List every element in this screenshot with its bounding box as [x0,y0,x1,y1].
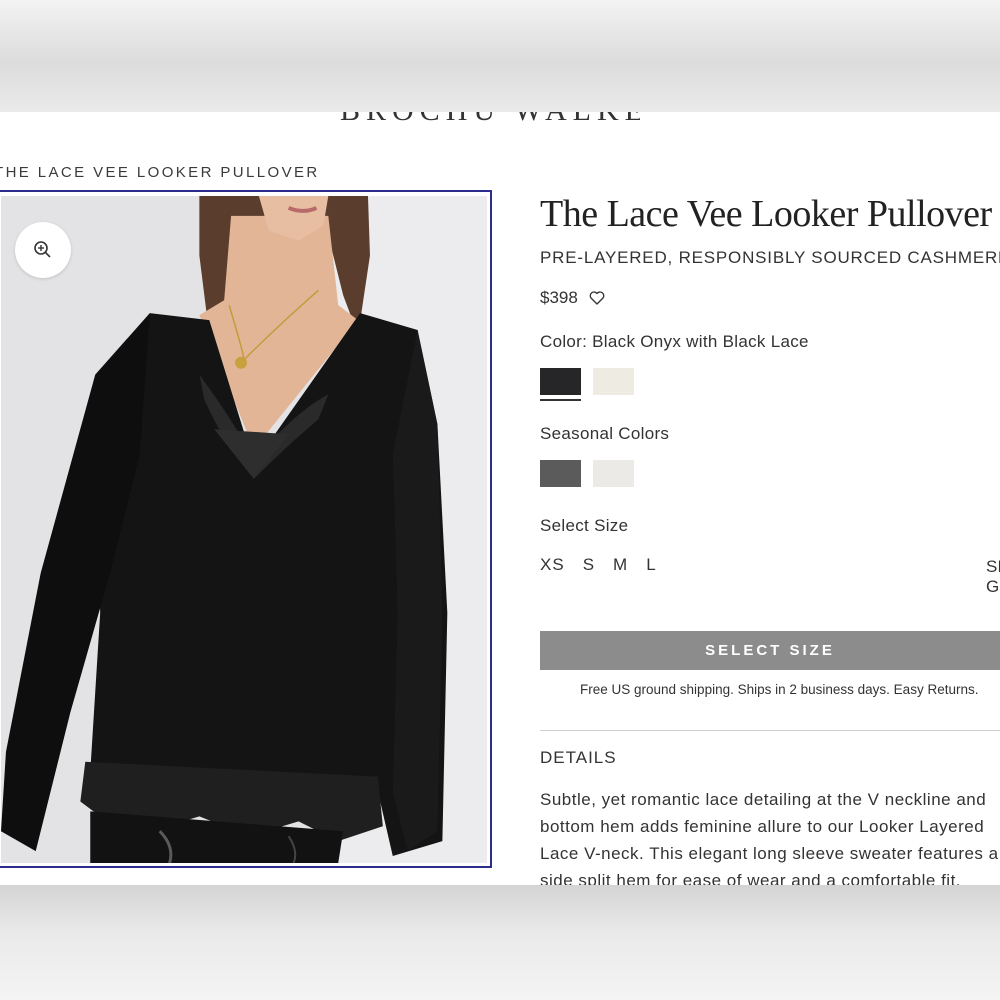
product-page: BROCHU WALKER THE LACE VEE LOOKER PULLOV… [0,112,1000,885]
select-size-label: Select Size [540,516,629,535]
color-label: Color: Black Onyx with Black Lace [540,332,809,351]
swatch-seasonal-cream[interactable] [593,460,634,487]
product-image-frame[interactable] [0,190,492,868]
size-m[interactable]: M [613,555,628,575]
seasonal-colors-label: Seasonal Colors [540,424,670,443]
product-title: The Lace Vee Looker Pullover [540,193,992,235]
select-size-button[interactable]: SELECT SIZE [540,631,1000,670]
color-swatches [540,368,634,401]
size-options: XS S M L [540,555,657,575]
swatch-ivory[interactable] [593,368,634,395]
product-price: $398 [540,288,578,307]
price-row: $398 [540,288,606,308]
divider [540,730,1000,731]
model-photo [1,196,487,863]
details-line: Lace V-neck. This elegant long sleeve sw… [540,844,999,863]
swatch-seasonal-grey[interactable] [540,460,581,487]
size-l[interactable]: L [646,555,656,575]
shipping-info: Free US ground shipping. Ships in 2 busi… [580,682,979,697]
zoom-in-icon [34,241,51,258]
details-text: Subtle, yet romantic lace detailing at t… [540,786,1000,885]
seasonal-swatches [540,460,634,487]
swatch-black-onyx[interactable] [540,368,581,401]
product-info: The Lace Vee Looker Pullover PRE-LAYERED… [540,112,1000,885]
heart-icon[interactable] [588,289,606,307]
product-subtitle: PRE-LAYERED, RESPONSIBLY SOURCED CASHMER… [540,248,1000,267]
size-guide-link[interactable]: SIZE GUIDE [986,557,1000,597]
size-xs[interactable]: XS [540,555,565,575]
details-line: side split hem for ease of wear and a co… [540,871,962,885]
size-s[interactable]: S [583,555,595,575]
product-image[interactable] [1,196,487,863]
backdrop-top [0,0,1000,112]
details-line: Subtle, yet romantic lace detailing at t… [540,790,987,809]
zoom-button[interactable] [15,222,71,278]
breadcrumb: THE LACE VEE LOOKER PULLOVER [0,164,320,181]
backdrop-bottom [0,885,1000,1000]
details-heading[interactable]: DETAILS [540,748,617,768]
details-line: bottom hem adds feminine allure to our L… [540,817,985,836]
